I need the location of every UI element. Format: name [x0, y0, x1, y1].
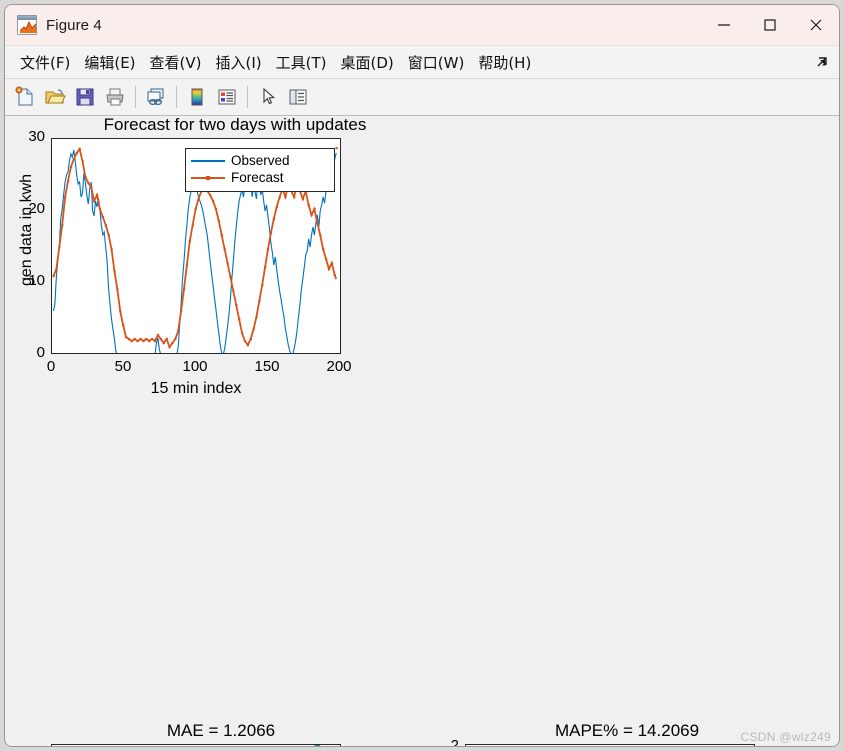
watermark: CSDN @wlz249 — [740, 730, 831, 744]
axes-mae-plot[interactable] — [51, 744, 341, 746]
colorbar-icon[interactable] — [183, 83, 211, 111]
link-plot-icon[interactable] — [142, 83, 170, 111]
axes-mape-title: MAPE% = 14.2069 — [554, 721, 700, 740]
tool-bar — [5, 79, 839, 116]
window-title: Figure 4 — [46, 16, 102, 34]
legend-icon[interactable] — [213, 83, 241, 111]
pointer-select-icon[interactable] — [254, 83, 282, 111]
matlab-figure-icon — [17, 15, 37, 35]
ytick: 20 — [28, 200, 45, 217]
plot-browser-icon[interactable] — [284, 83, 312, 111]
title-bar: Figure 4 — [5, 5, 839, 46]
axes-mae-title: MAE = 1.2066 — [166, 721, 276, 740]
mape-stem-svg — [466, 745, 755, 746]
menu-item-desktop[interactable]: 桌面(D) — [334, 49, 401, 76]
close-icon[interactable] — [793, 5, 839, 46]
xtick: 200 — [326, 358, 352, 375]
menu-item-view[interactable]: 查看(V) — [143, 49, 209, 76]
dock-arrow-icon[interactable] — [813, 53, 831, 71]
ytick: 2 — [450, 737, 459, 746]
xtick: 50 — [114, 358, 132, 375]
mae-stem-svg — [314, 745, 321, 746]
menu-item-insert[interactable]: 插入(I) — [209, 49, 269, 76]
axes-mape-plot[interactable] — [465, 744, 755, 746]
toolbar-separator — [247, 86, 248, 108]
toolbar-separator — [135, 86, 136, 108]
legend-swatch-observed — [191, 155, 225, 166]
legend-label-forecast: Forecast — [231, 170, 284, 186]
axes-forecast-title: Forecast for two days with updates — [103, 116, 367, 134]
menu-item-help[interactable]: 帮助(H) — [471, 49, 538, 76]
forecast-legend[interactable]: Observed Forecast — [185, 148, 335, 192]
menu-item-window[interactable]: 窗口(W) — [401, 49, 472, 76]
new-figure-icon[interactable] — [11, 83, 39, 111]
ytick: 10 — [28, 272, 45, 289]
legend-label-observed: Observed — [231, 153, 290, 168]
menu-item-tools[interactable]: 工具(T) — [269, 49, 334, 76]
menu-item-edit[interactable]: 编辑(E) — [77, 49, 142, 76]
print-figure-icon[interactable] — [101, 83, 129, 111]
open-file-icon[interactable] — [41, 83, 69, 111]
maximize-icon[interactable] — [747, 5, 793, 46]
window-controls — [701, 5, 839, 46]
minimize-icon[interactable] — [701, 5, 747, 46]
legend-swatch-forecast — [191, 172, 225, 183]
legend-entry-observed: Observed — [191, 152, 328, 169]
figure-canvas: Forecast for two days with updates gen d… — [5, 116, 839, 746]
ytick: 30 — [28, 128, 45, 145]
save-figure-icon[interactable] — [71, 83, 99, 111]
menu-item-file[interactable]: 文件(F) — [13, 49, 77, 76]
axes-forecast-xlabel: 15 min index — [150, 380, 242, 397]
xtick: 0 — [46, 358, 56, 375]
xtick: 100 — [182, 358, 208, 375]
menu-bar: 文件(F) 编辑(E) 查看(V) 插入(I) 工具(T) 桌面(D) 窗口(W… — [5, 46, 839, 79]
legend-entry-forecast: Forecast — [191, 169, 328, 186]
xtick: 150 — [254, 358, 280, 375]
toolbar-separator — [176, 86, 177, 108]
figure-window: Figure 4 文件(F) 编辑(E) 查看(V) 插入(I) 工具(T) 桌… — [4, 4, 840, 747]
